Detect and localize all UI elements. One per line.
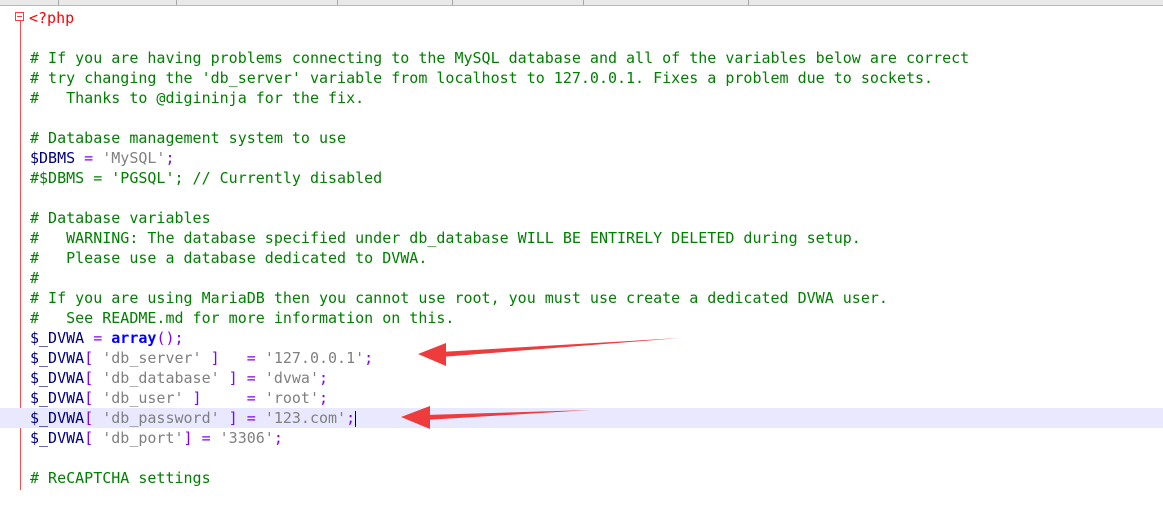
comment-text: # Database variables xyxy=(30,209,211,227)
operator-token: ] xyxy=(183,429,193,447)
tab-separator xyxy=(176,0,177,5)
code-line[interactable]: $DBMS = 'MySQL'; xyxy=(0,148,1163,168)
code-line[interactable]: # If you are using MariaDB then you cann… xyxy=(0,288,1163,308)
string-token: 'db_port' xyxy=(102,429,184,447)
code-line[interactable]: # ReCAPTCHA settings xyxy=(0,468,1163,488)
tab-separator xyxy=(748,0,749,5)
code-line[interactable]: # Database management system to use xyxy=(0,128,1163,148)
code-editor[interactable]: <?php # If you are having problems conne… xyxy=(0,6,1163,490)
operator-token: [ xyxy=(84,389,103,407)
comment-text: # xyxy=(30,269,40,287)
operator-token: [ xyxy=(84,369,103,387)
string-token: '3306' xyxy=(219,429,274,447)
operator-token: = xyxy=(84,329,112,347)
comment-text: # Database management system to use xyxy=(30,129,347,147)
operator-token: = xyxy=(237,369,265,387)
keyword-token: array xyxy=(111,329,157,347)
code-line[interactable]: # xyxy=(0,268,1163,288)
tab-separator xyxy=(452,0,453,5)
string-token: 'db_password' xyxy=(102,409,220,427)
comment-text: # See README.md for more information on … xyxy=(30,309,455,327)
variable-token: $_DVWA xyxy=(30,429,85,447)
operator-token: ; xyxy=(273,429,283,447)
operator-token: = xyxy=(75,149,103,167)
text-caret xyxy=(355,410,357,427)
code-line[interactable]: # See README.md for more information on … xyxy=(0,308,1163,328)
variable-token: $_DVWA xyxy=(30,329,85,347)
operator-token: = xyxy=(219,349,265,367)
code-line[interactable]: $_DVWA = array(); xyxy=(0,328,1163,348)
code-line[interactable]: # Please use a database dedicated to DVW… xyxy=(0,248,1163,268)
code-line[interactable]: # Database variables xyxy=(0,208,1163,228)
code-line[interactable]: $_DVWA[ 'db_database' ] = 'dvwa'; xyxy=(0,368,1163,388)
comment-text: #$DBMS = 'PGSQL'; // Currently disabled xyxy=(30,169,383,187)
comment-text: # Thanks to @digininja for the fix. xyxy=(30,89,365,107)
comment-text: # If you are using MariaDB then you cann… xyxy=(30,289,888,307)
code-line[interactable]: $_DVWA[ 'db_user' ] = 'root'; xyxy=(0,388,1163,408)
code-line[interactable]: <?php xyxy=(0,8,1163,28)
code-line[interactable]: # Thanks to @digininja for the fix. xyxy=(0,88,1163,108)
code-line[interactable]: # WARNING: The database specified under … xyxy=(0,228,1163,248)
string-token: 'dvwa' xyxy=(264,369,319,387)
operator-token: [ xyxy=(84,429,103,447)
comment-text: # Please use a database dedicated to DVW… xyxy=(30,249,428,267)
operator-token: [ xyxy=(84,349,103,367)
operator-token: ; xyxy=(319,369,329,387)
string-token: 'root' xyxy=(264,389,319,407)
comment-text: # try changing the 'db_server' variable … xyxy=(30,69,934,87)
operator-token: ; xyxy=(319,389,329,407)
variable-token: $DBMS xyxy=(30,149,76,167)
comment-text: # WARNING: The database specified under … xyxy=(30,229,861,247)
code-line[interactable]: $_DVWA[ 'db_port'] = '3306'; xyxy=(0,428,1163,448)
tab-separator xyxy=(583,0,584,5)
code-line[interactable]: #$DBMS = 'PGSQL'; // Currently disabled xyxy=(0,168,1163,188)
operator-token: ] xyxy=(183,389,202,407)
tab-separator xyxy=(337,0,338,5)
operator-token: ; xyxy=(165,149,175,167)
php-open-tag: <?php xyxy=(29,9,75,27)
code-line[interactable]: # try changing the 'db_server' variable … xyxy=(0,68,1163,88)
string-token: 'db_database' xyxy=(102,369,220,387)
string-token: '123.com' xyxy=(264,409,347,427)
comment-text: # If you are having problems connecting … xyxy=(30,49,970,67)
string-token: 'db_user' xyxy=(102,389,184,407)
code-line[interactable]: # If you are having problems connecting … xyxy=(0,48,1163,68)
tab-separator xyxy=(58,0,59,5)
operator-token: ; xyxy=(346,409,356,427)
string-token: 'db_server' xyxy=(102,349,202,367)
variable-token: $_DVWA xyxy=(30,349,85,367)
operator-token: [ xyxy=(84,409,103,427)
variable-token: $_DVWA xyxy=(30,369,85,387)
code-line-current[interactable]: $_DVWA[ 'db_password' ] = '123.com'; xyxy=(0,408,1163,428)
variable-token: $_DVWA xyxy=(30,409,85,427)
code-line[interactable]: $_DVWA[ 'db_server' ] = '127.0.0.1'; xyxy=(0,348,1163,368)
operator-token: ] xyxy=(219,369,238,387)
operator-token: = xyxy=(192,429,220,447)
operator-token: (); xyxy=(156,329,184,347)
string-token: 'MySQL' xyxy=(102,149,166,167)
operator-token: ] xyxy=(219,409,238,427)
operator-token: = xyxy=(237,409,265,427)
string-token: '127.0.0.1' xyxy=(264,349,365,367)
operator-token: ; xyxy=(364,349,374,367)
variable-token: $_DVWA xyxy=(30,389,85,407)
comment-text: # ReCAPTCHA settings xyxy=(30,469,211,487)
operator-token: = xyxy=(201,389,265,407)
operator-token: ] xyxy=(201,349,220,367)
